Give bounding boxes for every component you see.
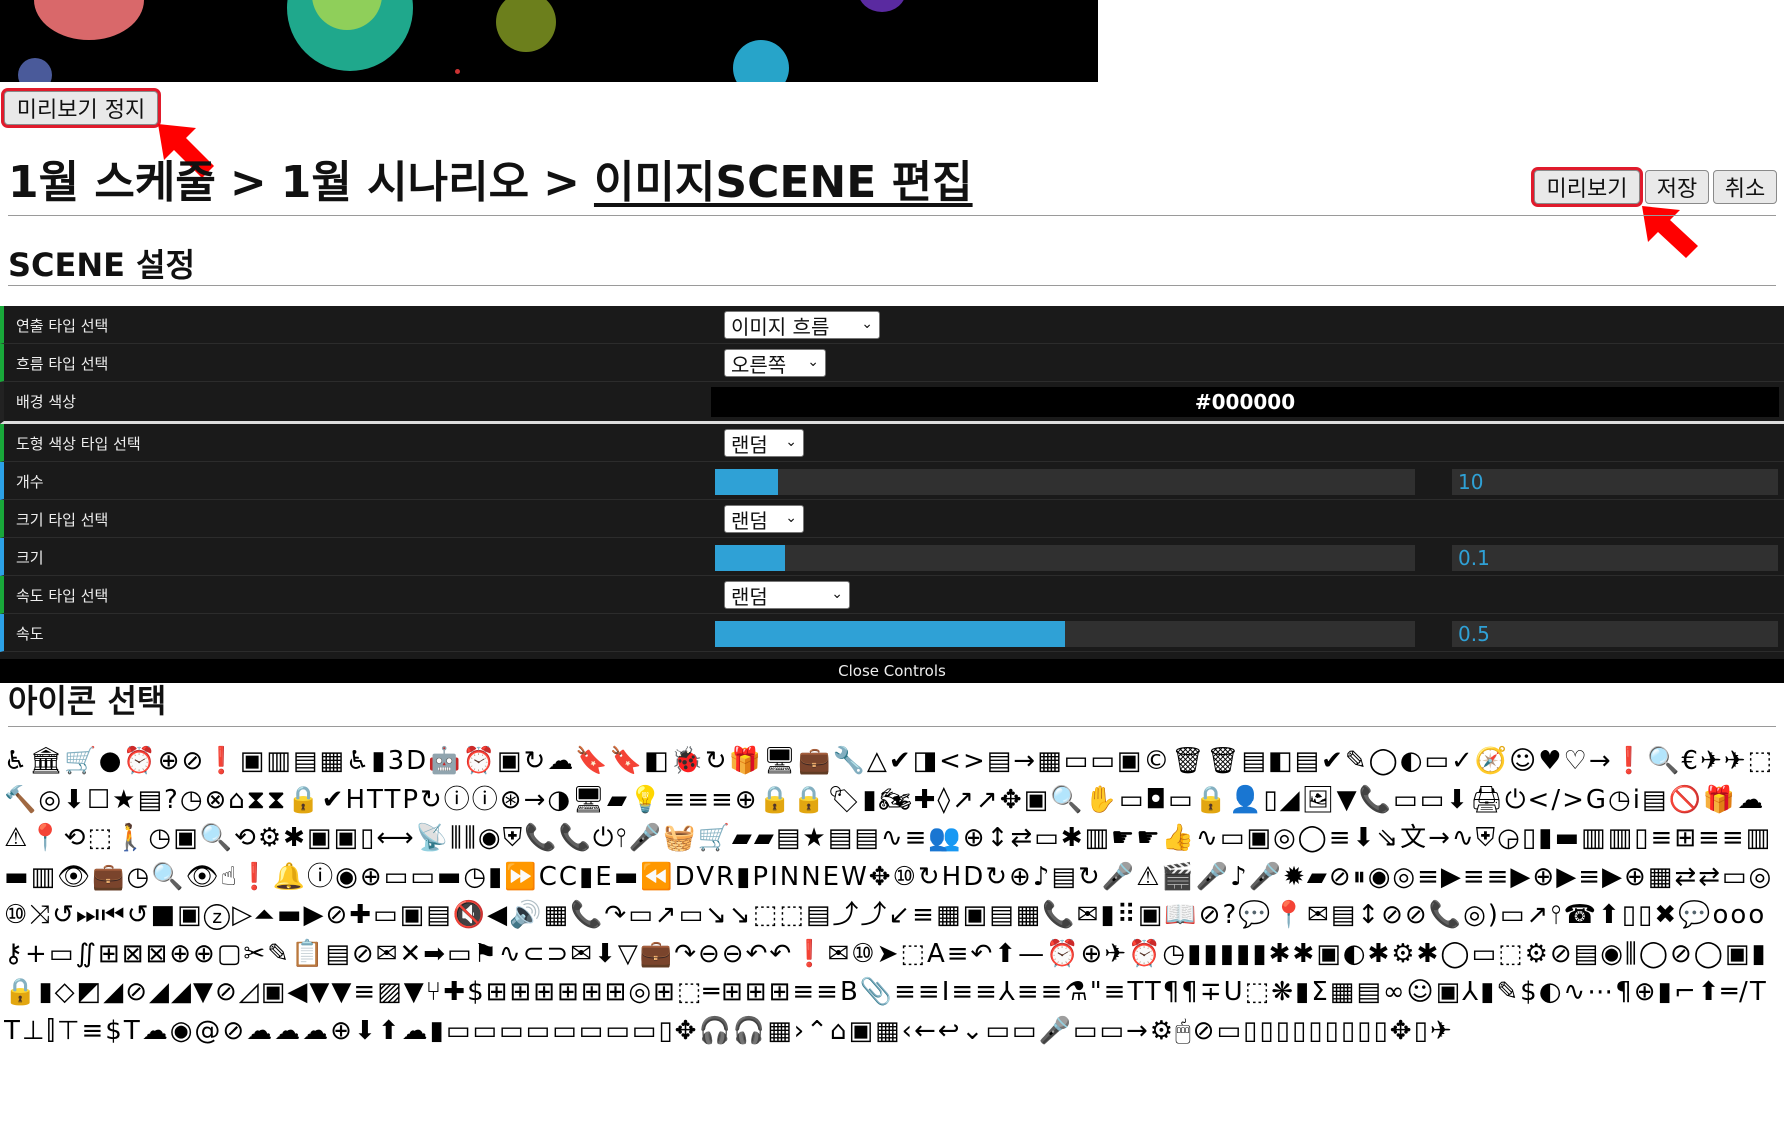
header-divider: [8, 215, 1776, 216]
chevron-down-icon: ⌄: [831, 586, 843, 602]
count-slider[interactable]: [715, 469, 1415, 495]
control-row-size-type: 크기 타입 선택 랜덤 ⌄: [0, 500, 1784, 538]
breadcrumb-separator: >: [543, 157, 580, 208]
slider-fill: [715, 621, 1065, 647]
speed-type-select[interactable]: 랜덤 ⌄: [724, 581, 850, 609]
size-input[interactable]: 0.1: [1452, 545, 1778, 571]
control-label: 배경 색상: [16, 393, 76, 411]
control-label: 속도: [16, 625, 44, 643]
chevron-down-icon: ⌄: [785, 510, 797, 526]
preview-bubble: [858, 0, 906, 12]
close-controls-button[interactable]: Close Controls: [0, 659, 1784, 683]
control-label: 개수: [16, 473, 44, 491]
breadcrumb: 1월 스케줄 >1월 시나리오 > 이미지SCENE 편집: [8, 146, 973, 210]
select-value: 랜덤: [731, 508, 768, 533]
count-input[interactable]: 10: [1452, 469, 1778, 495]
breadcrumb-separator: >: [229, 157, 267, 208]
preview-bubble: [496, 0, 556, 52]
cancel-button[interactable]: 취소: [1713, 170, 1777, 204]
preview-bubble: [18, 58, 52, 82]
red-arrow-icon: [1642, 206, 1698, 258]
control-row-shape-color-type: 도형 색상 타입 선택 랜덤 ⌄: [0, 424, 1784, 462]
control-row-flow-type: 흐름 타입 선택 오른쪽 ⌄: [0, 344, 1784, 382]
speed-input[interactable]: 0.5: [1452, 621, 1778, 647]
flow-type-select[interactable]: 오른쪽 ⌄: [724, 349, 826, 377]
chevron-down-icon: ⌄: [785, 434, 797, 450]
preview-stop-button[interactable]: 미리보기 정지: [4, 91, 158, 125]
preview-bubble: [455, 69, 460, 74]
shape-color-type-select[interactable]: 랜덤 ⌄: [724, 429, 804, 457]
preview-bubble: [34, 0, 144, 40]
chevron-down-icon: ⌄: [807, 354, 819, 370]
icon-select-title: 아이콘 선택: [8, 682, 167, 720]
direction-type-select[interactable]: 이미지 흐름 ⌄: [724, 311, 880, 339]
control-row-speed: 속도 0.5: [0, 614, 1784, 652]
select-value: 랜덤: [731, 432, 768, 457]
slider-fill: [715, 469, 778, 495]
select-value: 이미지 흐름: [731, 314, 830, 339]
control-row-count: 개수 10: [0, 462, 1784, 500]
control-label: 흐름 타입 선택: [16, 355, 109, 373]
control-row-direction-type: 연출 타입 선택 이미지 흐름 ⌄: [0, 306, 1784, 344]
control-label: 크기 타입 선택: [16, 511, 109, 529]
control-row-speed-type: 속도 타입 선택 랜덤 ⌄: [0, 576, 1784, 614]
save-button[interactable]: 저장: [1645, 170, 1709, 204]
preview-button[interactable]: 미리보기: [1534, 170, 1640, 204]
control-label: 도형 색상 타입 선택: [16, 435, 141, 453]
bg-color-picker[interactable]: #000000: [711, 387, 1779, 417]
breadcrumb-level1[interactable]: 1월 스케줄: [8, 157, 216, 208]
animation-preview: [0, 0, 1098, 82]
control-label: 크기: [16, 549, 44, 567]
select-value: 오른쪽: [731, 352, 787, 377]
breadcrumb-level2[interactable]: 1월 시나리오: [281, 157, 529, 208]
control-row-bg-color: 배경 색상 #000000: [0, 382, 1784, 424]
scene-settings-title: SCENE 설정: [8, 246, 196, 284]
breadcrumb-current: 이미지SCENE 편집: [593, 157, 973, 208]
size-type-select[interactable]: 랜덤 ⌄: [724, 505, 804, 533]
section-divider: [8, 726, 1776, 727]
slider-fill: [715, 545, 785, 571]
icon-grid[interactable]: ♿🏛🛒●⏰⊕⊘❗▣▥▤▦♿▮3D🤖⏰▣↻☁🔖🔖◧🐞↻🎁🖥💼🔧△✔◨<>▤→▦▭▭…: [4, 742, 1780, 1122]
section-divider: [8, 285, 1776, 286]
control-label: 연출 타입 선택: [16, 317, 109, 335]
control-label: 속도 타입 선택: [16, 587, 109, 605]
control-row-size: 크기 0.1: [0, 538, 1784, 576]
size-slider[interactable]: [715, 545, 1415, 571]
scene-controls-panel: 연출 타입 선택 이미지 흐름 ⌄ 흐름 타입 선택 오른쪽 ⌄ 배경 색상 #…: [0, 306, 1784, 683]
chevron-down-icon: ⌄: [861, 316, 873, 332]
preview-bubble: [733, 40, 789, 82]
select-value: 랜덤: [731, 584, 768, 609]
speed-slider[interactable]: [715, 621, 1415, 647]
